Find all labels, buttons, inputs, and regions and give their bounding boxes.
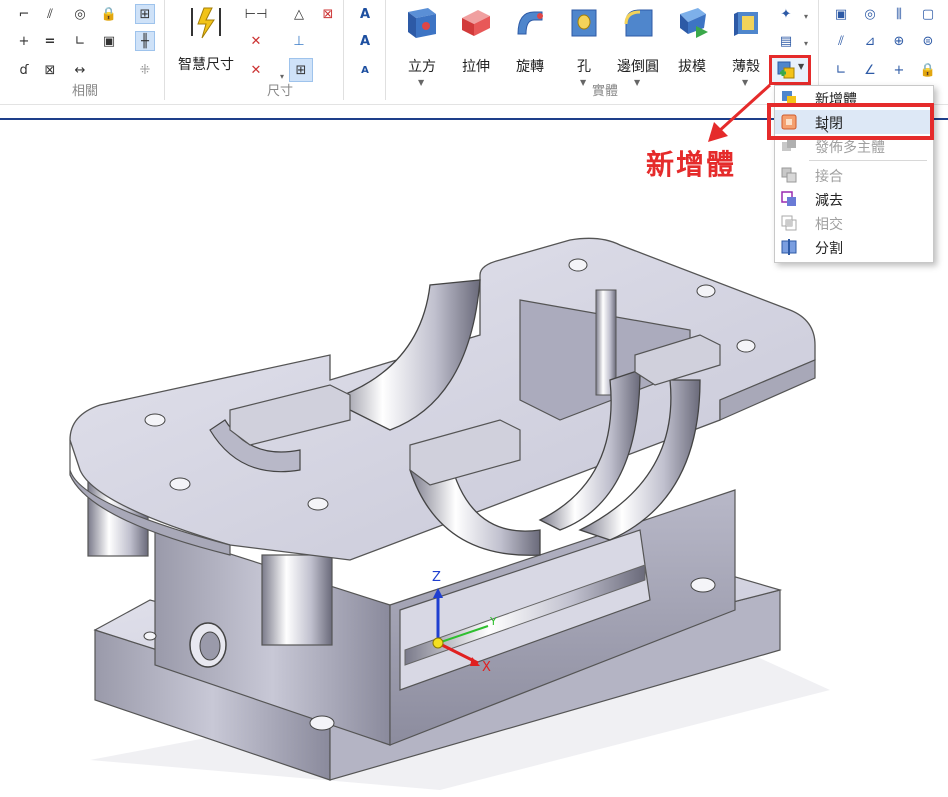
dim-symmetric-icon[interactable]: △ — [289, 4, 309, 24]
smart-dimension-button[interactable] — [178, 2, 234, 98]
relation-show-icon[interactable]: ╫ — [135, 31, 155, 51]
bolt-hole — [169, 477, 191, 491]
point-icon[interactable]: + — [889, 60, 909, 80]
extrude-icon — [462, 10, 490, 36]
chevron-down-icon[interactable]: ▾ — [796, 6, 816, 26]
menu-item-label: 減去 — [815, 193, 843, 209]
relations-group-label: 相關 — [71, 84, 98, 99]
menu-item-union[interactable]: 接合 — [775, 163, 931, 187]
menu-item-split[interactable]: 分割 — [775, 235, 931, 259]
plane-icon[interactable]: ▢ — [918, 4, 938, 24]
text-style-icon[interactable]: A — [355, 4, 375, 24]
base-bolt-hole — [309, 715, 335, 731]
relation-tangent-icon[interactable]: ɗ — [14, 60, 34, 80]
rotate-icon[interactable]: ⊕ — [889, 31, 909, 51]
enclose-highlight-box — [767, 103, 934, 140]
intersect-icon — [781, 215, 797, 231]
bolt-hole — [568, 258, 588, 272]
bolt-hole — [696, 284, 716, 298]
revolve-button[interactable]: 旋轉 — [504, 2, 556, 98]
triad-y-label: Y — [490, 615, 497, 628]
chevron-down-icon[interactable]: ▼ — [418, 78, 424, 87]
triad-z-label: Z — [432, 570, 441, 585]
bolt-hole — [144, 413, 166, 427]
dim-angular-icon[interactable]: ⊥ — [289, 31, 309, 51]
revolve-icon — [517, 11, 543, 35]
angle-icon[interactable]: ∠ — [860, 60, 880, 80]
dim-chain-icon[interactable]: ⊞ — [289, 58, 313, 82]
cube-icon — [408, 8, 436, 38]
menu-item-subtract[interactable]: 減去 — [775, 187, 931, 211]
base-bolt-hole — [690, 577, 716, 593]
boss-front — [261, 554, 333, 646]
dim-coordinate-icon[interactable]: ✕ — [246, 60, 266, 80]
pattern-rect-icon[interactable]: ▣ — [831, 4, 851, 24]
thin-wall-icon — [734, 12, 758, 36]
offset-icon[interactable]: ⊜ — [918, 31, 938, 51]
relation-perpendicular-icon[interactable]: ∟ — [70, 31, 90, 51]
group-separator — [164, 0, 165, 100]
perpendicular-icon[interactable]: ∟ — [831, 60, 851, 80]
base-bolt-hole — [143, 631, 157, 641]
thread-icon[interactable]: ✦ — [776, 4, 796, 24]
bolt-hole — [307, 497, 329, 511]
relation-perpendicular-cross-icon[interactable]: + — [14, 31, 34, 51]
relation-rigid-icon[interactable]: ▣ — [99, 31, 119, 51]
lock-plane-icon[interactable]: 🔒 — [918, 60, 938, 80]
dimension-group-label: 尺寸 — [266, 84, 293, 99]
extrude-button[interactable]: 拉伸 — [450, 2, 502, 98]
front-hole-inner — [199, 631, 221, 661]
dim-angle-icon[interactable]: ✕ — [246, 31, 266, 51]
relation-maintain-icon[interactable]: ⁜ — [135, 60, 155, 80]
publish-multibody-icon — [782, 139, 796, 151]
coordinate-icon[interactable]: ⊿ — [860, 31, 880, 51]
group-separator — [343, 0, 344, 100]
relation-symmetric-icon[interactable]: ⊠ — [40, 60, 60, 80]
mouse-cursor-icon: ↖ — [820, 122, 831, 136]
menu-item-label: 發佈多主體 — [815, 140, 885, 156]
split-icon — [781, 239, 797, 255]
menu-item-label: 分割 — [815, 241, 843, 257]
add-body-icon — [777, 61, 795, 79]
menu-item-intersect[interactable]: 相交 — [775, 211, 931, 235]
menu-item-label: 相交 — [815, 217, 843, 233]
pattern-circ-icon[interactable]: ◎ — [860, 4, 880, 24]
relation-equal-icon[interactable]: = — [40, 31, 60, 51]
bolt-hole — [736, 339, 756, 353]
round-icon — [624, 9, 653, 37]
mirror-icon[interactable]: ⫼ — [889, 4, 909, 24]
solid-group-label: 實體 — [591, 84, 618, 99]
draft-icon — [680, 8, 708, 38]
relation-parallel-icon[interactable]: ⫽ — [40, 4, 60, 24]
parallel-line-icon[interactable]: ⫽ — [831, 31, 851, 51]
relation-connect-icon[interactable]: ⌐ — [14, 4, 34, 24]
relation-horizontal-icon[interactable]: ↔ — [70, 60, 90, 80]
callout-arrow — [708, 83, 772, 142]
text-grow-icon[interactable]: A — [355, 31, 375, 51]
rib-icon[interactable]: ▤ — [776, 31, 796, 51]
relation-handle-icon[interactable]: ⊞ — [135, 4, 155, 24]
group-separator — [385, 0, 386, 100]
smart-dimension-icon — [191, 7, 221, 39]
menu-separator — [809, 160, 927, 161]
hole-icon — [571, 9, 597, 37]
dim-annotation-icon[interactable]: ⊠ — [318, 4, 338, 24]
relation-concentric-icon[interactable]: ◎ — [70, 4, 90, 24]
union-icon — [781, 167, 797, 183]
smart-dimension-label: 智慧尺寸 — [178, 57, 234, 73]
relation-lock-icon[interactable]: 🔒 — [99, 4, 119, 24]
callout-label: 新增體 — [646, 148, 737, 181]
subtract-icon — [781, 191, 796, 206]
cube-button[interactable]: 立方 ▼ — [396, 2, 448, 98]
menu-item-label: 接合 — [815, 169, 843, 185]
text-shrink-icon[interactable]: A — [355, 60, 375, 80]
chevron-down-icon[interactable]: ▾ — [796, 33, 816, 53]
triad-x-label: X — [482, 660, 491, 675]
chevron-down-icon: ▼ — [798, 62, 805, 71]
dim-between-icon[interactable]: ⊢⊣ — [245, 4, 268, 24]
